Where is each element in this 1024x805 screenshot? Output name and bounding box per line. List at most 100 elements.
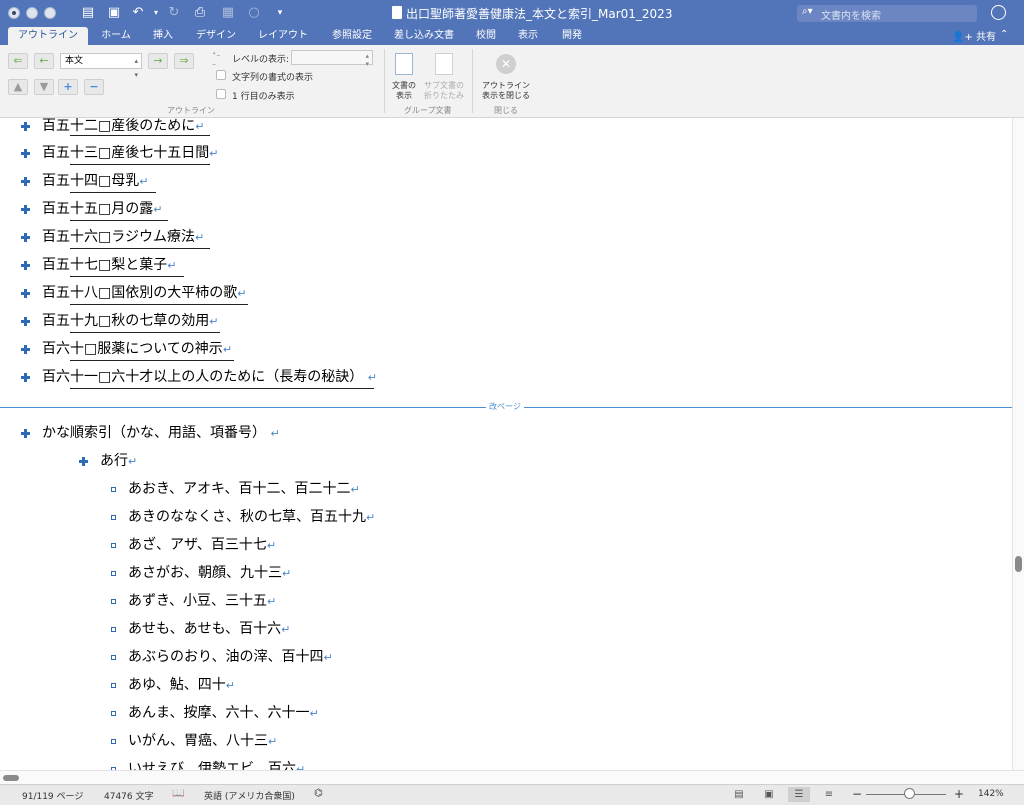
body-text-bullet-icon[interactable]	[111, 571, 116, 576]
page-count[interactable]: 91/119 ページ	[22, 789, 83, 802]
customize-toolbar-icon[interactable]: ▾	[272, 5, 288, 21]
body-text-bullet-icon[interactable]	[111, 655, 116, 660]
outline-expand-icon[interactable]	[21, 233, 30, 242]
zoom-in-icon[interactable]: +	[954, 787, 964, 801]
index-item[interactable]: いがん、胃癌、八十三↵	[128, 730, 277, 752]
vertical-scrollbar[interactable]	[1012, 118, 1024, 770]
close-window-button[interactable]	[8, 7, 20, 19]
index-item[interactable]: あさがお、朝顔、九十三↵	[128, 562, 291, 584]
show-document-label[interactable]: 文書の 表示	[386, 81, 422, 101]
outline-expand-icon[interactable]	[21, 177, 30, 186]
show-level-select[interactable]: ▴ ▾	[291, 50, 373, 68]
zoom-level[interactable]: 142%	[978, 789, 1004, 799]
index-item[interactable]: あずき、小豆、三十五↵	[128, 590, 276, 612]
zoom-out-icon[interactable]: −	[852, 787, 862, 801]
outline-item[interactable]: 百六十□服薬についての神示↵	[42, 338, 232, 360]
body-text-bullet-icon[interactable]	[111, 599, 116, 604]
demote-button[interactable]: →	[148, 53, 168, 69]
outline-expand-icon[interactable]	[21, 429, 30, 438]
outline-expand-icon[interactable]	[21, 122, 30, 131]
tab-references[interactable]: 参照設定	[324, 27, 380, 45]
outline-view-icon[interactable]: ☰	[788, 787, 810, 802]
collapse-subdocuments-label[interactable]: サブ文書の 折りたたみ	[420, 81, 468, 101]
show-text-formatting-checkbox[interactable]	[216, 70, 226, 80]
tab-view[interactable]: 表示	[512, 27, 544, 45]
close-outline-label[interactable]: アウトライン 表示を閉じる	[478, 81, 534, 101]
body-text-bullet-icon[interactable]	[111, 739, 116, 744]
outline-level-select[interactable]: 本文 ▴ ▾	[60, 53, 142, 79]
zoom-slider-knob[interactable]	[904, 788, 915, 799]
expand-button[interactable]: +	[58, 79, 78, 95]
undo-dropdown-icon[interactable]: ▾	[148, 5, 164, 21]
index-item[interactable]: あせも、あせも、百十六↵	[128, 618, 290, 640]
outline-expand-icon[interactable]	[21, 373, 30, 382]
index-item[interactable]: あざ、アザ、百三十七↵	[128, 534, 276, 556]
show-document-icon[interactable]	[395, 53, 413, 75]
body-text-bullet-icon[interactable]	[111, 683, 116, 688]
outline-expand-icon[interactable]	[21, 149, 30, 158]
promote-to-heading1-button[interactable]: ⇐	[8, 53, 28, 69]
outline-expand-icon[interactable]	[21, 289, 30, 298]
word-count[interactable]: 47476 文字	[104, 789, 154, 802]
redo-icon[interactable]: ↻	[166, 5, 182, 21]
focus-view-icon[interactable]: ▤	[728, 787, 750, 802]
move-down-button[interactable]: ▼	[34, 79, 54, 95]
body-text-bullet-icon[interactable]	[111, 627, 116, 632]
index-item[interactable]: あきのななくさ、秋の七草、百五十九↵	[128, 506, 375, 528]
tab-outline[interactable]: アウトライン	[8, 27, 88, 45]
print-icon[interactable]: ⎙	[192, 5, 208, 21]
tab-home[interactable]: ホーム	[94, 27, 138, 45]
body-text-bullet-icon[interactable]	[111, 711, 116, 716]
horizontal-scroll-thumb[interactable]	[3, 775, 19, 781]
tab-review[interactable]: 校閲	[470, 27, 502, 45]
outline-item[interactable]: 百五十三□産後七十五日間↵	[42, 142, 218, 164]
vertical-scroll-thumb[interactable]	[1015, 556, 1022, 572]
toolbar-icon[interactable]: ▦	[220, 5, 236, 21]
undo-icon[interactable]: ↶	[130, 5, 146, 21]
outline-item[interactable]: 百五十七□梨と菓子↵	[42, 254, 176, 276]
share-button[interactable]: 👤+ 共有	[952, 28, 996, 43]
outline-item[interactable]: かな順索引（かな、用語、項番号） ↵	[42, 422, 280, 444]
outline-item[interactable]: 百五十六□ラジウム療法↵	[42, 226, 204, 248]
outline-expand-icon[interactable]	[21, 317, 30, 326]
promote-button[interactable]: ←	[34, 53, 54, 69]
save-icon[interactable]: ▣	[106, 5, 122, 21]
outline-item[interactable]: 百五十五□月の露↵	[42, 198, 162, 220]
minimize-window-button[interactable]	[26, 7, 38, 19]
tab-layout[interactable]: レイアウト	[252, 27, 314, 45]
proofing-icon[interactable]: 📖	[172, 788, 184, 799]
outline-expand-icon[interactable]	[21, 345, 30, 354]
index-item[interactable]: あおき、アオキ、百十二、百二十二↵	[128, 478, 360, 500]
close-outline-icon[interactable]: ✕	[496, 54, 516, 74]
search-box[interactable]: ⌕▾ 文書内を検索	[797, 5, 977, 22]
move-up-button[interactable]: ▲	[8, 79, 28, 95]
collapse-ribbon-icon[interactable]: ⌃	[1000, 29, 1008, 40]
outline-item[interactable]: 百五十九□秋の七草の効用↵	[42, 310, 218, 332]
circle-icon[interactable]: ○	[246, 5, 262, 21]
horizontal-scrollbar[interactable]	[0, 770, 1024, 785]
document-area[interactable]: 百五十二□産後のために↵ 百五十三□産後七十五日間↵ 百五十四□母乳↵ 百五十五…	[0, 118, 1012, 770]
outline-expand-icon[interactable]	[79, 457, 88, 466]
outline-expand-icon[interactable]	[21, 261, 30, 270]
collapse-subdocuments-icon[interactable]	[435, 53, 453, 75]
draft-view-icon[interactable]: ≡	[818, 787, 840, 802]
tab-developer[interactable]: 開発	[556, 27, 588, 45]
language-label[interactable]: 英語 (アメリカ合衆国)	[204, 789, 295, 802]
outline-item[interactable]: 百六十一□六十才以上の人のために（長寿の秘訣） ↵	[42, 366, 377, 388]
index-item[interactable]: あぶらのおり、油の滓、百十四↵	[128, 646, 333, 668]
body-text-bullet-icon[interactable]	[111, 515, 116, 520]
index-item[interactable]: あゆ、鮎、四十↵	[128, 674, 235, 696]
sidebar-toggle-icon[interactable]: ▤	[80, 5, 96, 21]
outline-item[interactable]: 百五十八□国依別の大平柿の歌↵	[42, 282, 246, 304]
outline-item[interactable]: 百五十四□母乳↵	[42, 170, 148, 192]
feedback-smiley-icon[interactable]	[991, 5, 1006, 20]
tab-design[interactable]: デザイン	[190, 27, 242, 45]
zoom-window-button[interactable]	[44, 7, 56, 19]
outline-expand-icon[interactable]	[21, 205, 30, 214]
index-item[interactable]: いせえび、伊勢エビ、百六↵	[128, 758, 305, 770]
index-item[interactable]: あんま、按摩、六十、六十一↵	[128, 702, 319, 724]
collapse-button[interactable]: −	[84, 79, 104, 95]
demote-to-body-button[interactable]: ⇒	[174, 53, 194, 69]
show-first-line-checkbox[interactable]	[216, 89, 226, 99]
tab-mailings[interactable]: 差し込み文書	[390, 27, 458, 45]
